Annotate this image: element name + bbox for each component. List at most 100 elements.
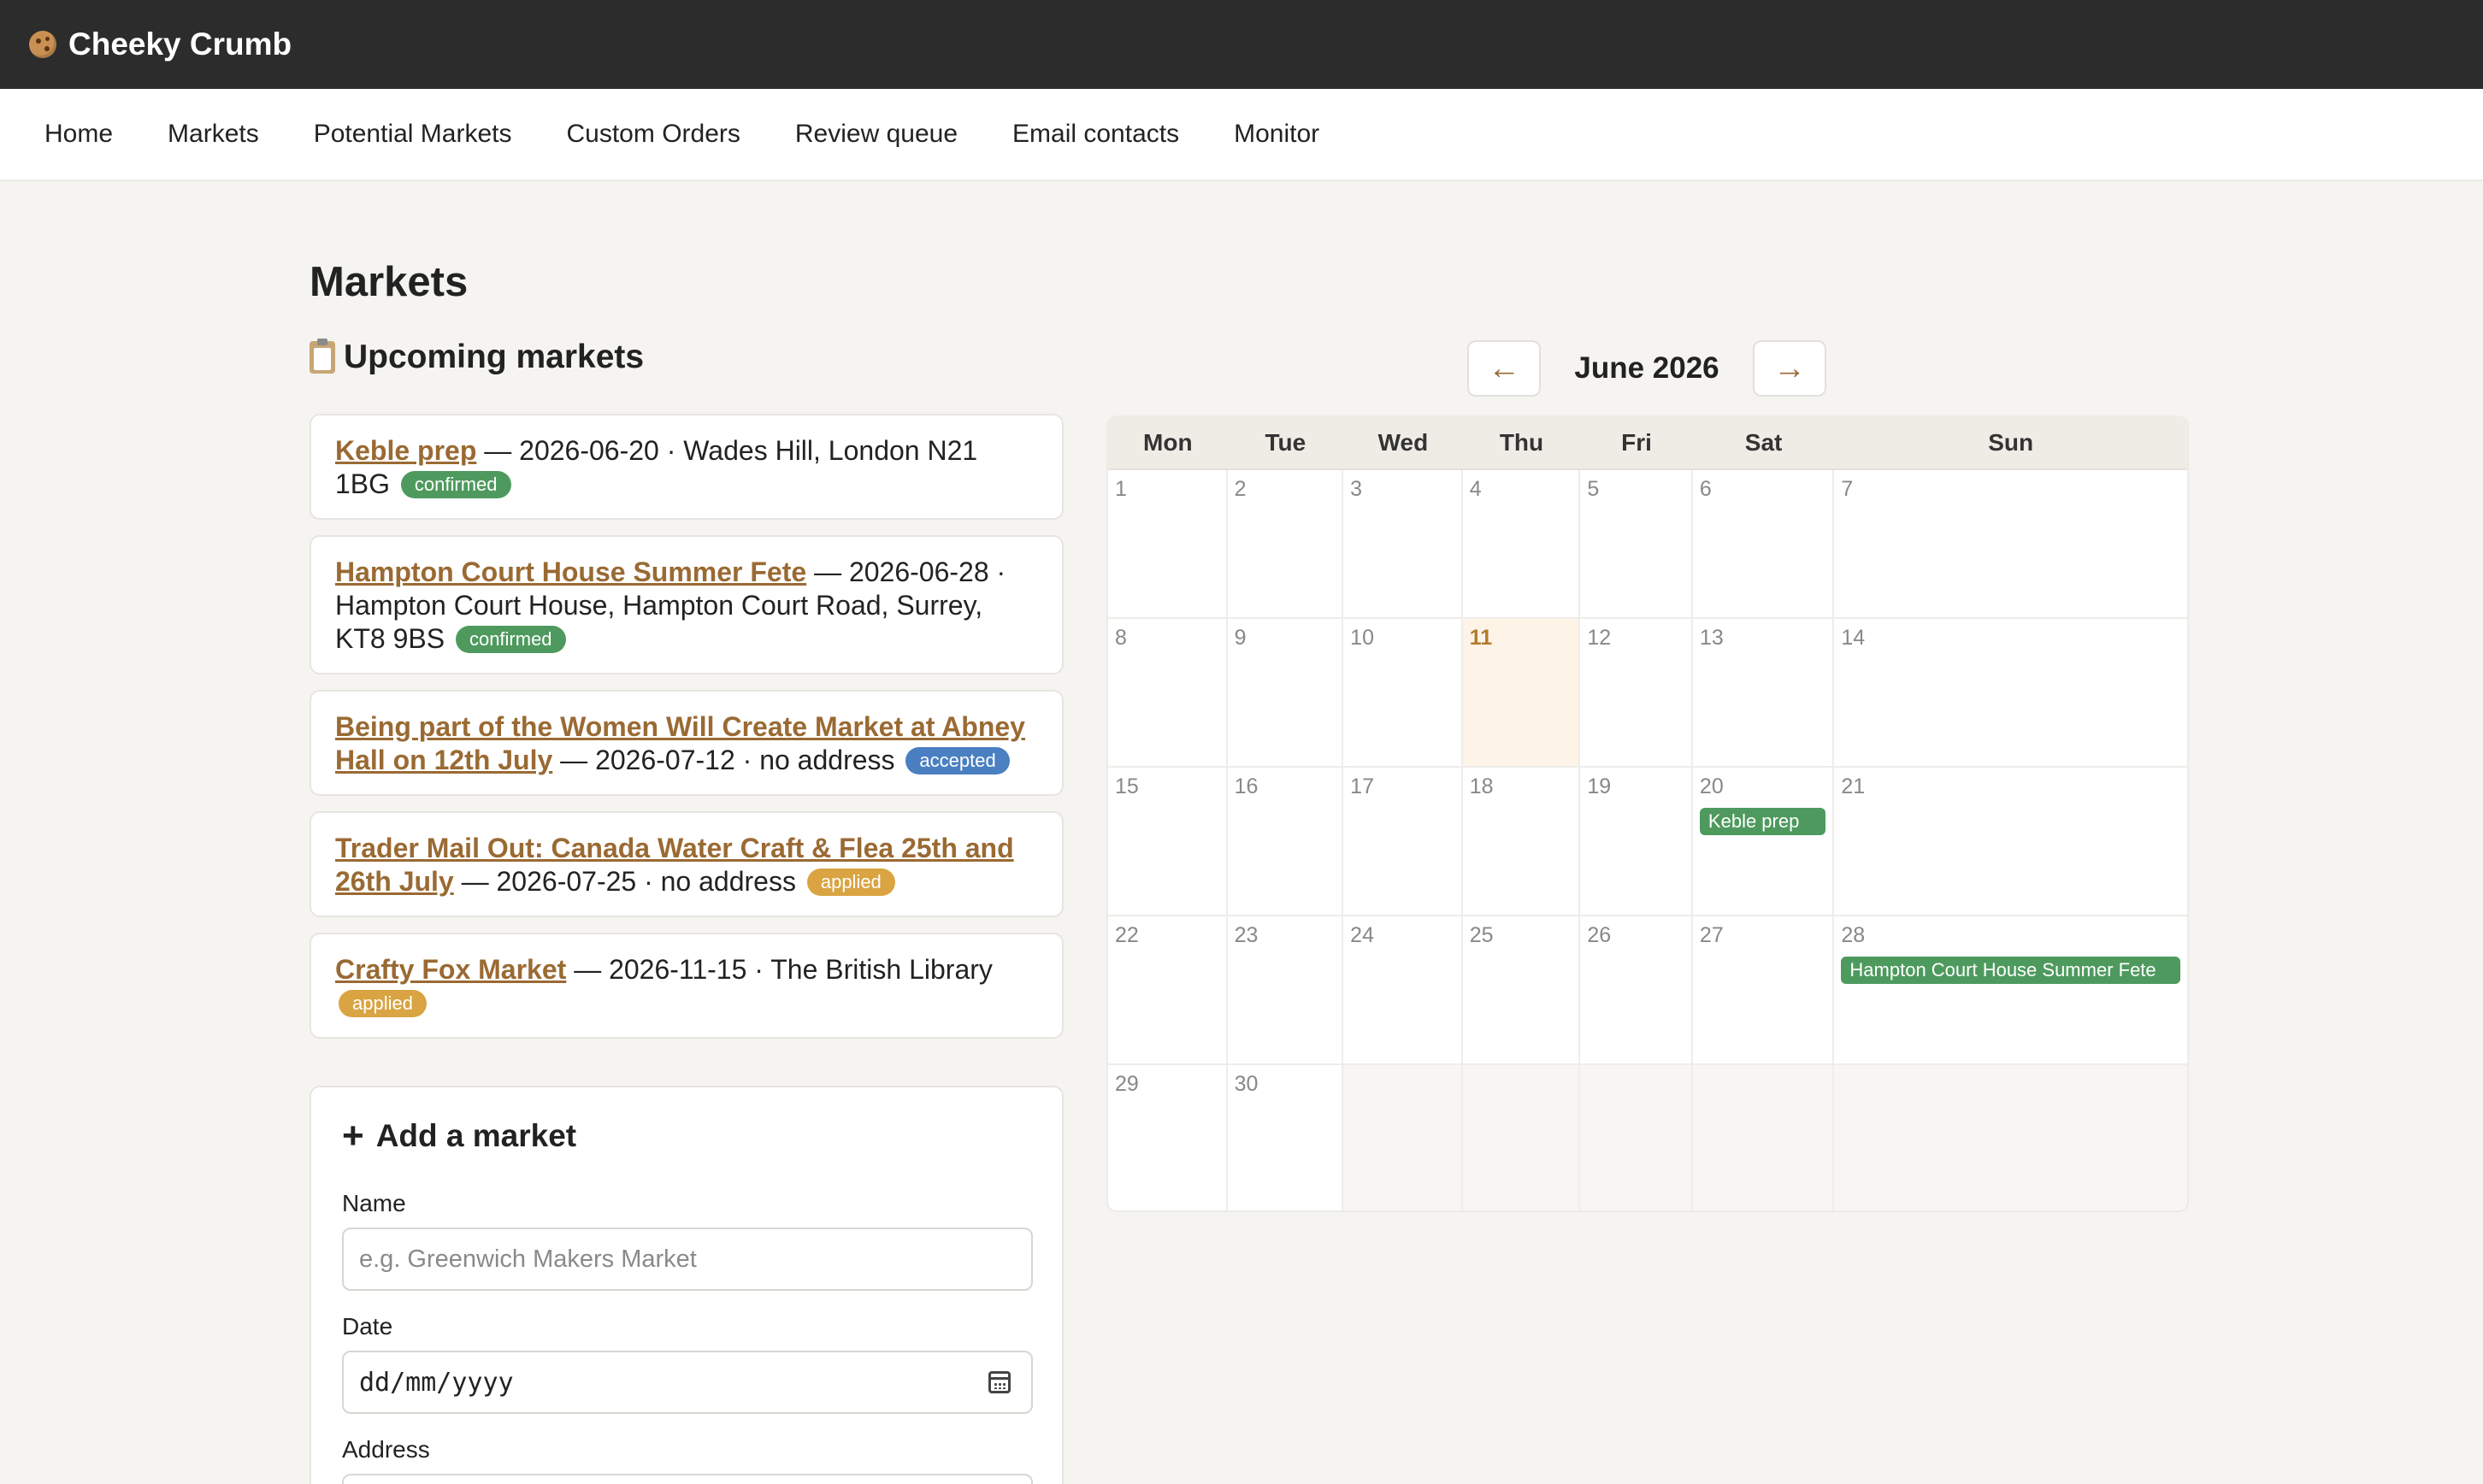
- day-number: 4: [1469, 477, 1482, 501]
- calendar-day-17[interactable]: 17: [1343, 768, 1463, 915]
- day-number: 19: [1587, 774, 1612, 798]
- arrow-left-icon: ←: [1488, 350, 1520, 386]
- page-title: Markets: [310, 259, 469, 305]
- day-number: 12: [1587, 626, 1612, 650]
- day-number: 24: [1350, 923, 1374, 947]
- day-number: 20: [1699, 774, 1724, 798]
- status-badge: applied: [339, 990, 427, 1017]
- add-market-form: + Add a market Name Date dd/mm/yyyy Addr…: [310, 1086, 1064, 1484]
- calendar-event[interactable]: Keble prep: [1699, 808, 1826, 835]
- calendar-day-4[interactable]: 4: [1463, 470, 1581, 617]
- calendar-day-26[interactable]: 26: [1580, 916, 1693, 1063]
- calendar-day-12[interactable]: 12: [1580, 619, 1693, 766]
- market-link[interactable]: Hampton Court House Summer Fete: [335, 556, 806, 587]
- market-address-input[interactable]: [342, 1474, 1033, 1484]
- status-badge: accepted: [905, 747, 1010, 774]
- calendar-icon[interactable]: [988, 1371, 1011, 1393]
- calendar-day-9[interactable]: 9: [1228, 619, 1344, 766]
- calendar-day-6[interactable]: 6: [1693, 470, 1835, 617]
- name-label: Name: [342, 1190, 406, 1216]
- day-number: 22: [1115, 923, 1139, 947]
- calendar-day-15[interactable]: 15: [1108, 768, 1228, 915]
- calendar-day-22[interactable]: 22: [1108, 916, 1228, 1063]
- calendar-week-row: 29 30: [1108, 1065, 2187, 1210]
- calendar-day-20[interactable]: 20 Keble prep: [1693, 768, 1835, 915]
- day-number: 9: [1234, 626, 1247, 650]
- calendar-day-19[interactable]: 19: [1580, 768, 1693, 915]
- calendar-day-25[interactable]: 25: [1463, 916, 1581, 1063]
- day-number: 1: [1115, 477, 1127, 501]
- calendar-day-11[interactable]: 11: [1462, 619, 1581, 766]
- day-number: 2: [1234, 477, 1247, 501]
- calendar-day-18[interactable]: 18: [1463, 768, 1581, 915]
- nav-markets[interactable]: Markets: [168, 120, 259, 149]
- calendar-day-23[interactable]: 23: [1228, 916, 1344, 1063]
- calendar-day-1[interactable]: 1: [1108, 470, 1228, 617]
- calendar-week-row: 1 2 3 4 5 6 7: [1108, 470, 2187, 619]
- nav-email-contacts[interactable]: Email contacts: [1012, 120, 1179, 149]
- day-number: 29: [1115, 1072, 1139, 1096]
- nav-home[interactable]: Home: [44, 120, 113, 149]
- calendar-weekday-header: Mon Tue Wed Thu Fri Sat Sun: [1108, 417, 2187, 470]
- calendar-body: 1 2 3 4 5 6 7 8 9 10 11 12 13 14 15 16 17 18 19 20 Keble pre…: [1108, 470, 2187, 1210]
- day-number: 27: [1699, 923, 1724, 947]
- nav-custom-orders[interactable]: Custom Orders: [567, 120, 740, 149]
- calendar-event[interactable]: Hampton Court House Summer Fete: [1841, 957, 2181, 984]
- nav-potential-markets[interactable]: Potential Markets: [314, 120, 512, 149]
- day-number: 23: [1234, 923, 1259, 947]
- arrow-right-icon: →: [1773, 350, 1806, 386]
- calendar-day-2[interactable]: 2: [1228, 470, 1344, 617]
- calendar-day-13[interactable]: 13: [1693, 619, 1835, 766]
- calendar-day-30[interactable]: 30: [1228, 1065, 1344, 1210]
- calendar-empty-cell: [1343, 1065, 1463, 1210]
- day-number: 16: [1234, 774, 1259, 798]
- market-card: Trader Mail Out: Canada Water Craft & Fl…: [310, 811, 1064, 917]
- day-number: 17: [1350, 774, 1374, 798]
- calendar-day-7[interactable]: 7: [1834, 470, 2187, 617]
- weekday-fri: Fri: [1621, 429, 1652, 456]
- calendar-day-10[interactable]: 10: [1343, 619, 1463, 766]
- calendar-day-29[interactable]: 29: [1108, 1065, 1228, 1210]
- calendar-day-24[interactable]: 24: [1343, 916, 1463, 1063]
- calendar-nav: ← June 2026 →: [1467, 340, 1826, 397]
- calendar-day-5[interactable]: 5: [1580, 470, 1693, 617]
- calendar-day-14[interactable]: 14: [1834, 619, 2187, 766]
- calendar-day-27[interactable]: 27: [1693, 916, 1835, 1063]
- day-number: 18: [1469, 774, 1494, 798]
- nav-monitor[interactable]: Monitor: [1234, 120, 1319, 149]
- calendar-day-28[interactable]: 28 Hampton Court House Summer Fete: [1834, 916, 2187, 1063]
- upcoming-markets-list: Keble prep — 2026-06-20 · Wades Hill, Lo…: [310, 414, 1064, 1054]
- market-card: Being part of the Women Will Create Mark…: [310, 690, 1064, 796]
- upcoming-markets-title: Upcoming markets: [344, 339, 645, 375]
- calendar-empty-cell: [1692, 1065, 1835, 1210]
- prev-month-button[interactable]: ←: [1467, 340, 1541, 397]
- weekday-tue: Tue: [1265, 429, 1306, 456]
- calendar-day-8[interactable]: 8: [1108, 619, 1228, 766]
- day-number: 21: [1841, 774, 1866, 798]
- day-number: 13: [1699, 626, 1724, 650]
- calendar-day-16[interactable]: 16: [1228, 768, 1344, 915]
- month-calendar: Mon Tue Wed Thu Fri Sat Sun 1 2 3 4 5 6 7 8 9 10 1…: [1106, 415, 2189, 1212]
- nav-review-queue[interactable]: Review queue: [795, 120, 958, 149]
- status-badge: confirmed: [455, 626, 566, 653]
- add-market-title: Add a market: [375, 1118, 577, 1153]
- market-date-input[interactable]: dd/mm/yyyy: [342, 1351, 1033, 1414]
- market-link[interactable]: Crafty Fox Market: [335, 954, 566, 985]
- market-card: Hampton Court House Summer Fete — 2026-0…: [310, 535, 1064, 674]
- calendar-day-21[interactable]: 21: [1834, 768, 2187, 915]
- next-month-button[interactable]: →: [1753, 340, 1826, 397]
- day-number: 7: [1841, 477, 1854, 501]
- market-link[interactable]: Keble prep: [335, 435, 476, 466]
- calendar-month-label: June 2026: [1574, 351, 1719, 385]
- add-market-heading: + Add a market: [342, 1117, 1031, 1155]
- address-label: Address: [342, 1436, 430, 1463]
- market-name-input[interactable]: [342, 1228, 1033, 1291]
- day-number: 30: [1234, 1072, 1259, 1096]
- market-card: Keble prep — 2026-06-20 · Wades Hill, Lo…: [310, 414, 1064, 520]
- clipboard-icon: [310, 339, 335, 374]
- brand[interactable]: Cheeky Crumb: [29, 26, 292, 62]
- upcoming-markets-heading: Upcoming markets: [310, 339, 644, 376]
- day-number: 5: [1587, 477, 1600, 501]
- calendar-day-3[interactable]: 3: [1343, 470, 1463, 617]
- calendar-week-row: 8 9 10 11 12 13 14: [1108, 619, 2187, 768]
